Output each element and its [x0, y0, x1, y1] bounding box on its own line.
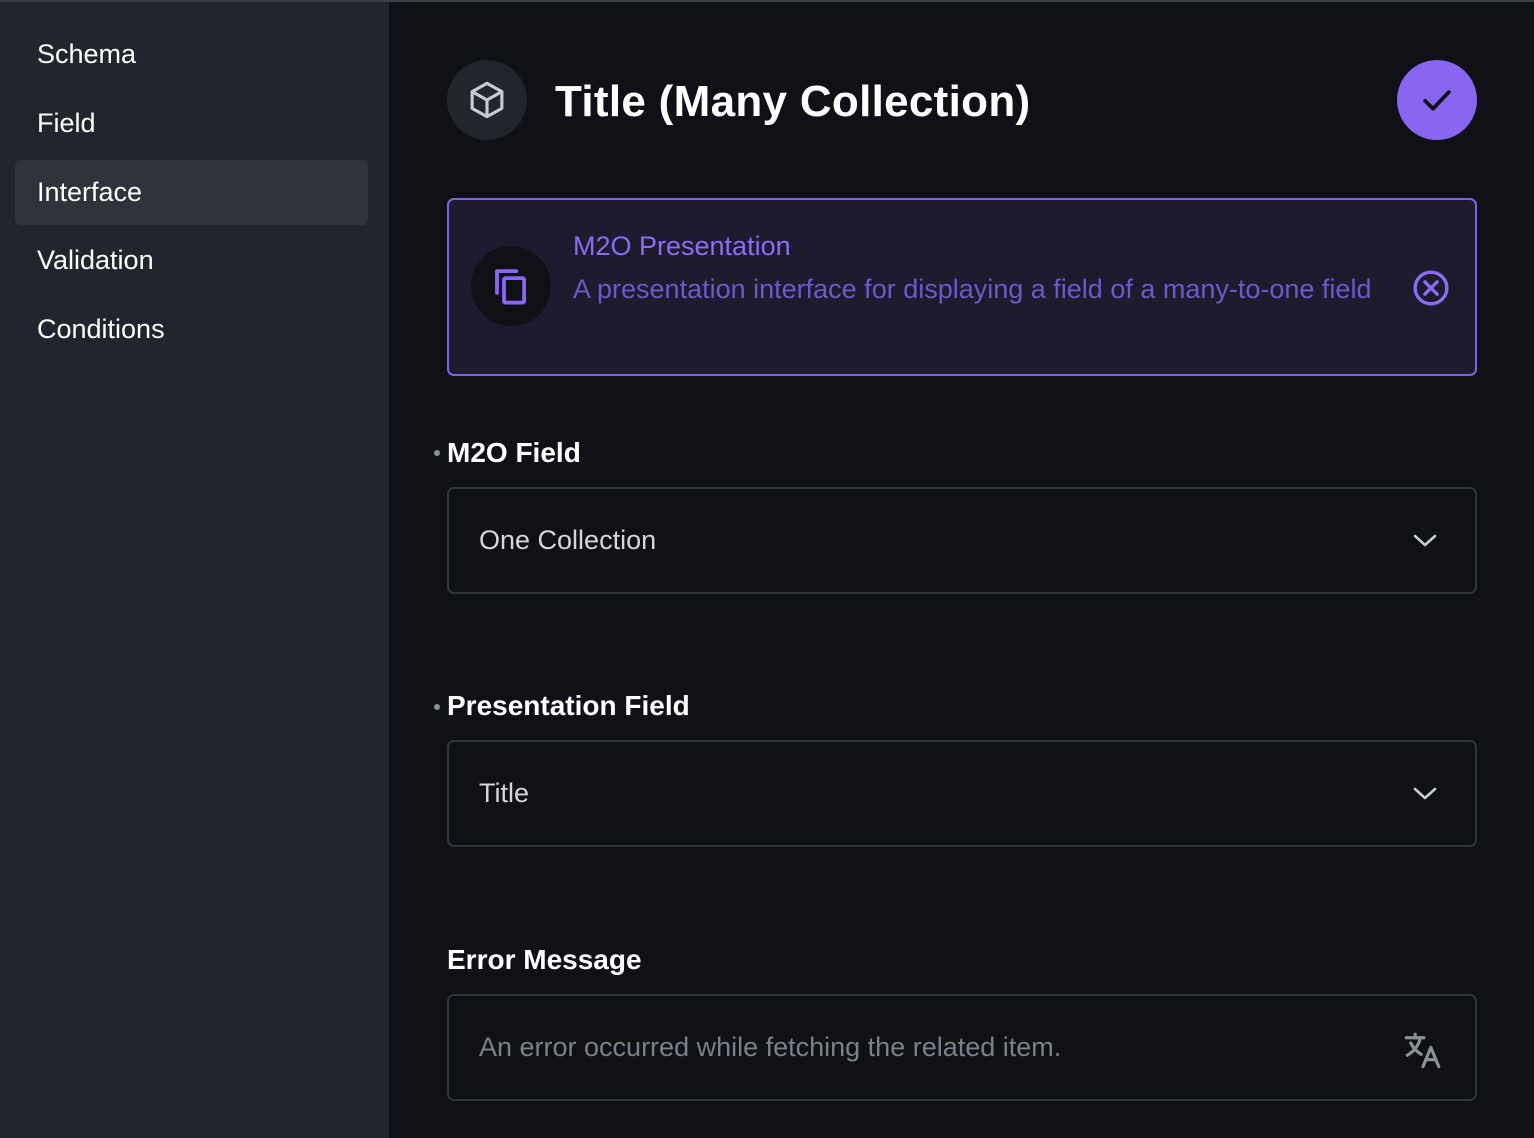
select-value: Title	[479, 778, 530, 808]
select-value: One Collection	[479, 525, 657, 555]
app-window: Schema Field Interface Validation Condit…	[0, 0, 1534, 1138]
sidebar-item-field[interactable]: Field	[15, 91, 368, 156]
interface-description: A presentation interface for displaying …	[573, 274, 1372, 304]
chevron-down-icon	[1411, 782, 1439, 806]
sidebar-item-validation[interactable]: Validation	[15, 228, 368, 293]
translate-icon[interactable]	[1401, 1028, 1445, 1072]
sidebar-item-label: Interface	[37, 177, 143, 207]
close-circle-icon[interactable]	[1409, 266, 1453, 310]
sidebar-item-label: Conditions	[37, 314, 165, 344]
sidebar-item-conditions[interactable]: Conditions	[15, 297, 368, 362]
presentation-field-label: Presentation Field	[447, 690, 690, 721]
m2o-field-select[interactable]: One Collection	[447, 487, 1477, 594]
sidebar-item-interface[interactable]: Interface	[15, 160, 368, 225]
sidebar-item-label: Validation	[37, 245, 154, 275]
m2o-field-label: M2O Field	[447, 437, 581, 468]
page-title: Title (Many Collection)	[555, 77, 1031, 126]
cube-icon	[447, 60, 527, 140]
input-placeholder: An error occurred while fetching the rel…	[479, 1032, 1062, 1062]
interface-name: M2O Presentation	[573, 231, 791, 261]
check-icon	[1423, 90, 1451, 111]
required-indicator	[434, 450, 440, 456]
sidebar-item-schema[interactable]: Schema	[15, 22, 368, 87]
error-message-input[interactable]: An error occurred while fetching the rel…	[447, 994, 1477, 1101]
selected-interface-card[interactable]: M2O Presentation A presentation interfac…	[447, 198, 1477, 376]
chevron-down-icon	[1411, 529, 1439, 553]
copy-icon	[471, 246, 551, 326]
presentation-field-select[interactable]: Title	[447, 740, 1477, 847]
error-message-label: Error Message	[447, 944, 642, 975]
save-button[interactable]	[1397, 60, 1477, 140]
sidebar-item-label: Schema	[37, 39, 137, 69]
sidebar: Schema Field Interface Validation Condit…	[0, 2, 389, 1138]
main-content: Title (Many Collection) M2O Presentation…	[389, 2, 1534, 1138]
required-indicator	[434, 704, 440, 710]
sidebar-item-label: Field	[37, 108, 96, 138]
